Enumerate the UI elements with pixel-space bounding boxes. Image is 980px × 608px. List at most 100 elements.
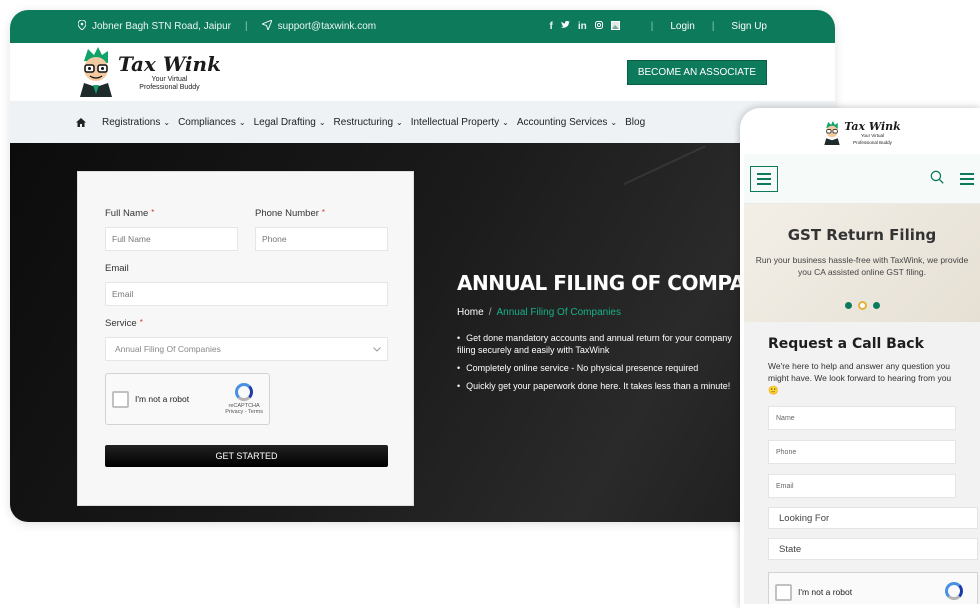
- service-select[interactable]: Annual Filing Of Companies: [105, 337, 388, 361]
- nav-label: Blog: [625, 116, 646, 128]
- looking-for-select[interactable]: Looking For: [768, 507, 978, 529]
- chevron-down-icon: ⌄: [318, 117, 326, 127]
- service-label: Service *: [105, 318, 387, 329]
- recaptcha-checkbox[interactable]: [112, 390, 129, 408]
- phone-input[interactable]: Phone: [255, 227, 388, 251]
- nav-accounting-services[interactable]: Accounting Services ⌄: [517, 117, 617, 128]
- slider-dots: [744, 301, 980, 310]
- hero-section: Full Name * Full Name Phone Number * Phone…: [10, 143, 835, 522]
- recaptcha-icon: [945, 582, 963, 600]
- logo[interactable]: Tax Wink Your Virtual Professional Buddy: [78, 47, 221, 97]
- get-started-button[interactable]: GET STARTED: [105, 445, 388, 467]
- lead-form: Full Name * Full Name Phone Number * Phone…: [77, 171, 414, 506]
- recaptcha-brand: reCAPTCHA Privacy - Terms: [225, 383, 263, 415]
- full-name-input[interactable]: Full Name: [105, 227, 238, 251]
- chevron-down-icon: ⌄: [502, 117, 509, 127]
- nav-blog[interactable]: Blog: [625, 117, 645, 128]
- linkedin-icon[interactable]: in: [578, 21, 587, 33]
- brand-tagline-1: Your Virtual: [151, 75, 188, 83]
- desktop-window: Jobner Bagh STN Road, Jaipur | support@t…: [10, 10, 835, 522]
- nav-label: Intellectual Property: [410, 116, 500, 128]
- mobile-hero-title: GST Return Filing: [787, 226, 937, 244]
- nav-label: Accounting Services: [516, 116, 608, 128]
- send-icon: [260, 19, 273, 33]
- divider: |: [711, 21, 715, 32]
- mobile-hero-text: Run your business hassle-free with TaxWi…: [755, 255, 969, 277]
- breadcrumb-home[interactable]: Home: [457, 307, 484, 318]
- recaptcha-checkbox[interactable]: [775, 583, 792, 601]
- label-text: Full Name: [105, 208, 149, 219]
- label-text: Service: [105, 318, 137, 329]
- phone-group: Phone Number * Phone: [255, 208, 388, 251]
- recaptcha-brand: [945, 582, 963, 602]
- facebook-icon[interactable]: f: [550, 21, 553, 33]
- hamburger-icon[interactable]: [960, 172, 974, 185]
- background-stroke: [623, 145, 717, 209]
- mobile-preview: Tax Wink Your Virtual Professional Buddy…: [740, 108, 980, 608]
- mobile-hero: GST Return Filing Run your business hass…: [744, 204, 980, 322]
- label-text: Phone Number: [255, 208, 319, 219]
- required-mark: *: [321, 208, 326, 217]
- email-input[interactable]: Email: [768, 474, 956, 498]
- location-pin-icon: [77, 19, 87, 33]
- login-link[interactable]: Login: [670, 21, 694, 32]
- logo-text: Tax Wink Your Virtual Professional Buddy: [844, 121, 901, 145]
- phone-input[interactable]: Phone: [768, 440, 956, 464]
- recaptcha-icon: [235, 383, 254, 401]
- search-icon[interactable]: [930, 170, 944, 187]
- nav-label: Restructuring: [333, 116, 394, 128]
- breadcrumb-separator: /: [488, 307, 492, 318]
- full-name-label: Full Name *: [105, 208, 238, 219]
- callback-form: Request a Call Back We're here to help a…: [744, 322, 980, 604]
- nav-label: Compliances: [178, 116, 236, 128]
- service-group: Service * Annual Filing Of Companies: [105, 318, 388, 361]
- slider-dot[interactable]: [844, 302, 852, 309]
- email-link[interactable]: support@taxwink.com: [278, 21, 377, 32]
- contact-info: Jobner Bagh STN Road, Jaipur | support@t…: [77, 19, 377, 33]
- recaptcha-label: I'm not a robot: [135, 394, 190, 404]
- brand-tagline-2: Professional Buddy: [139, 83, 200, 91]
- twitter-icon[interactable]: [560, 20, 570, 33]
- recaptcha-links[interactable]: Privacy - Terms: [225, 409, 263, 415]
- mascot-icon: [824, 121, 840, 145]
- signup-link[interactable]: Sign Up: [731, 21, 767, 32]
- nav-intellectual-property[interactable]: Intellectual Property ⌄: [411, 117, 509, 128]
- instagram-icon[interactable]: [594, 20, 603, 33]
- callback-text: We're here to help and answer any questi…: [768, 361, 952, 395]
- recaptcha-widget: I'm not a robot reCAPTCHA Privacy - Term…: [105, 373, 270, 425]
- name-input[interactable]: Name: [768, 406, 956, 430]
- breadcrumb-current: Annual Filing Of Companies: [496, 307, 621, 318]
- slider-dot-active[interactable]: [857, 301, 867, 310]
- chevron-down-icon: ⌄: [610, 117, 618, 127]
- form-row: Full Name * Full Name Phone Number * Phone: [105, 208, 388, 251]
- brand-tagline-1: Your Virtual: [860, 133, 884, 138]
- menu-icon[interactable]: [750, 165, 778, 192]
- nav-label: Registrations: [102, 116, 161, 128]
- required-mark: *: [139, 318, 143, 327]
- brand-name: Tax Wink: [844, 120, 901, 133]
- top-right: f in | Login | Sign Up: [550, 20, 767, 33]
- email-label: Email: [105, 263, 129, 274]
- nav-legal-drafting[interactable]: Legal Drafting ⌄: [254, 117, 326, 128]
- nav-restructuring[interactable]: Restructuring ⌄: [334, 117, 403, 128]
- mobile-logo[interactable]: Tax Wink Your Virtual Professional Buddy: [744, 112, 980, 154]
- divider: |: [244, 21, 248, 32]
- chevron-down-icon: [373, 344, 381, 354]
- chevron-down-icon: ⌄: [163, 117, 171, 127]
- state-value: State: [779, 543, 802, 555]
- service-value: Annual Filing Of Companies: [115, 344, 221, 354]
- state-select[interactable]: State: [768, 538, 978, 560]
- mascot-icon: [78, 47, 114, 97]
- chevron-down-icon: ⌄: [238, 117, 246, 127]
- become-associate-button[interactable]: BECOME AN ASSOCIATE: [626, 59, 767, 85]
- image-icon[interactable]: [610, 20, 620, 33]
- nav-compliances[interactable]: Compliances ⌄: [178, 117, 246, 128]
- slider-dot[interactable]: [872, 302, 880, 309]
- email-input[interactable]: Email: [105, 282, 388, 306]
- required-mark: *: [151, 208, 155, 217]
- mobile-nav: [744, 154, 980, 204]
- home-icon[interactable]: [76, 117, 86, 127]
- nav-registrations[interactable]: Registrations ⌄: [102, 117, 170, 128]
